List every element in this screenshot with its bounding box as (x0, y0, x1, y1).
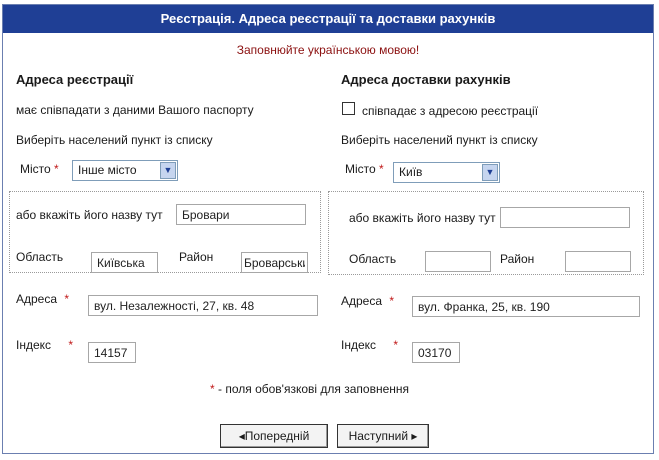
registration-custom-name-input[interactable] (176, 204, 306, 225)
chevron-down-icon[interactable]: ▼ (160, 162, 176, 179)
registration-choose-label: Виберіть населений пункт із списку (16, 133, 213, 147)
required-note-text: - поля обов'язкові для заповнення (218, 382, 410, 396)
registration-city-label: Місто * (20, 162, 59, 176)
billing-custom-name-label: або вкажіть його назву тут (349, 211, 496, 225)
registration-index-input[interactable] (88, 342, 136, 363)
billing-custom-name-input[interactable] (500, 207, 630, 228)
billing-region-input[interactable] (425, 251, 491, 272)
previous-button[interactable]: ◂Попередній (220, 424, 328, 448)
billing-city-label-text: Місто (345, 162, 376, 176)
billing-district-label: Район (500, 252, 535, 266)
registration-city-value: Інше місто (78, 163, 137, 177)
billing-address-label: Адреса * (341, 294, 394, 308)
passport-note: має співпадати з даними Вашого паспорту (16, 103, 254, 117)
registration-district-input[interactable] (241, 252, 308, 273)
registration-address-input[interactable] (88, 295, 318, 316)
billing-city-label: Місто * (345, 162, 384, 176)
form-title: Реєстрація. Адреса реєстрації та доставк… (3, 5, 653, 33)
registration-form: Реєстрація. Адреса реєстрації та доставк… (2, 4, 654, 454)
billing-region-label: Область (349, 252, 397, 266)
registration-address-label: Адреса * (16, 292, 69, 306)
billing-index-label: Індекс * (341, 338, 398, 352)
registration-section-title: Адреса реєстрації (16, 72, 134, 87)
required-fields-note: * - поля обов'язкові для заповнення (210, 382, 409, 396)
language-notice: Заповнюйте українською мовою! (236, 43, 420, 57)
billing-city-select[interactable]: Київ ▼ (393, 162, 500, 183)
registration-address-label-text: Адреса (16, 292, 58, 306)
registration-region-input[interactable] (91, 252, 158, 273)
registration-city-select[interactable]: Інше місто ▼ (72, 160, 178, 181)
same-address-label[interactable]: співпадає з адресою реєстрації (362, 104, 538, 118)
registration-index-label-text: Індекс (16, 338, 52, 352)
registration-district-label: Район (179, 250, 214, 264)
registration-region-label: Область (16, 250, 64, 264)
required-star: * (54, 162, 59, 176)
billing-choose-label: Виберіть населений пункт із списку (341, 133, 538, 147)
required-star: * (210, 382, 215, 396)
required-star: * (389, 294, 395, 308)
required-star: * (393, 338, 399, 352)
required-star: * (379, 162, 384, 176)
same-address-checkbox[interactable] (342, 102, 355, 115)
chevron-down-icon[interactable]: ▼ (482, 164, 498, 181)
required-star: * (68, 338, 74, 352)
billing-index-input[interactable] (412, 342, 460, 363)
billing-district-input[interactable] (565, 251, 631, 272)
next-button[interactable]: Наступний ▸ (337, 424, 429, 448)
billing-section-title: Адреса доставки рахунків (341, 72, 511, 87)
billing-city-value: Київ (399, 165, 423, 179)
registration-index-label: Індекс * (16, 338, 73, 352)
billing-address-label-text: Адреса (341, 294, 383, 308)
billing-index-label-text: Індекс (341, 338, 377, 352)
billing-address-input[interactable] (412, 296, 640, 317)
registration-city-label-text: Місто (20, 162, 51, 176)
required-star: * (64, 292, 70, 306)
registration-custom-name-label: або вкажіть його назву тут (16, 208, 163, 222)
